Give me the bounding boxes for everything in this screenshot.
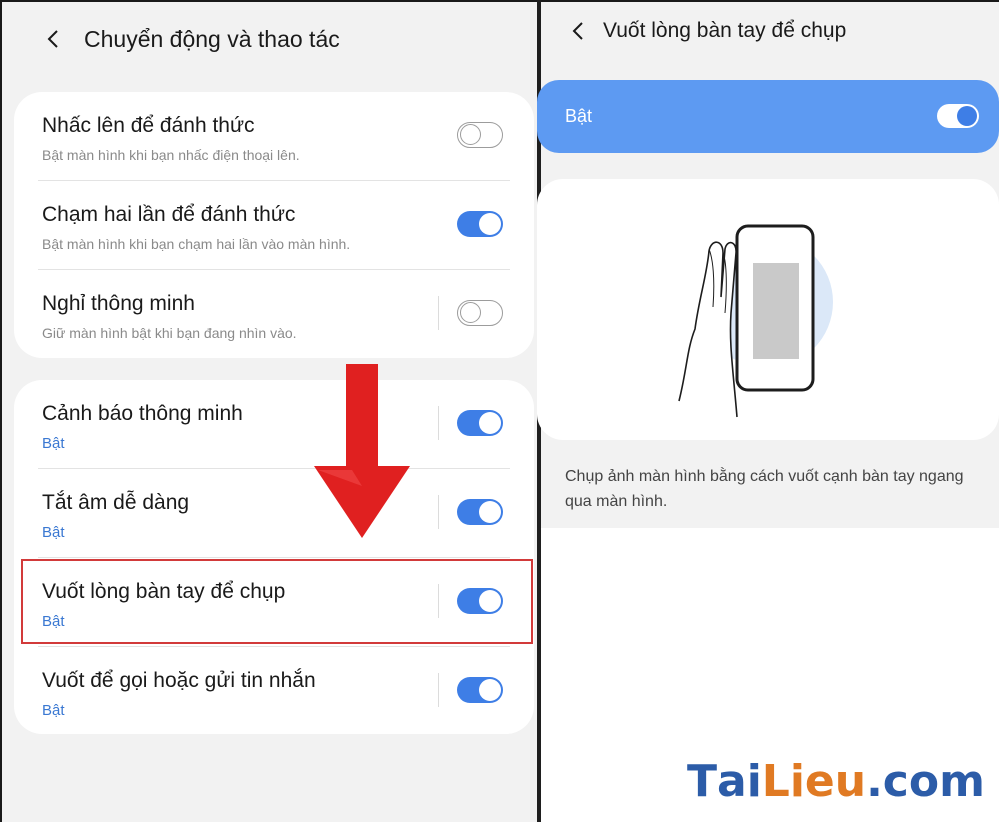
settings-group-wake: Nhấc lên để đánh thức Bật màn hình khi b… [14, 92, 534, 358]
toggle-switch[interactable] [457, 499, 503, 525]
gesture-illustration [537, 179, 999, 440]
page-title: Vuốt lòng bàn tay để chụp [603, 19, 847, 42]
palm-swipe-screen: Vuốt lòng bàn tay để chụp Bật Chụp ảnh m… [537, 0, 999, 822]
setting-status: Bật [42, 702, 65, 719]
toggle-knob [479, 501, 501, 523]
watermark-part: .com [866, 756, 985, 807]
back-button[interactable] [42, 24, 64, 54]
setting-row-easy-mute[interactable]: Tắt âm dễ dàng Bật [14, 469, 534, 558]
setting-status: Bật [42, 524, 65, 541]
arrow-down-icon [314, 364, 410, 538]
page-title: Chuyển động và thao tác [84, 25, 340, 52]
setting-title: Nhấc lên để đánh thức [42, 114, 255, 137]
palm-swipe-content: Vuốt lòng bàn tay để chụp Bật Chụp ảnh m… [537, 0, 999, 528]
toggle-knob [957, 106, 977, 126]
setting-row-swipe-to-call[interactable]: Vuốt để gọi hoặc gửi tin nhắn Bật [14, 647, 534, 736]
palm-swipe-illustration [678, 224, 833, 418]
toggle-knob [479, 412, 501, 434]
vertical-divider [438, 296, 439, 330]
setting-row-smart-alert[interactable]: Cảnh báo thông minh Bật [14, 380, 534, 469]
setting-title: Nghỉ thông minh [42, 292, 195, 315]
setting-title: Tắt âm dễ dàng [42, 491, 190, 514]
setting-status: Bật [42, 435, 65, 452]
setting-row-smart-stay[interactable]: Nghỉ thông minh Giữ màn hình bật khi bạn… [14, 270, 534, 359]
toggle-knob [460, 124, 481, 145]
toggle-knob [479, 213, 501, 235]
setting-subtitle: Giữ màn hình bật khi bạn đang nhìn vào. [42, 325, 297, 341]
watermark-part: ai [717, 756, 762, 807]
watermark-part: T [687, 756, 718, 807]
motion-settings-screen: Chuyển động và thao tác Nhấc lên để đánh… [0, 0, 537, 822]
setting-subtitle: Bật màn hình khi bạn nhấc điện thoại lên… [42, 147, 300, 163]
vertical-divider [438, 673, 439, 707]
back-button[interactable] [567, 16, 589, 46]
setting-row-double-tap-to-wake[interactable]: Chạm hai lần để đánh thức Bật màn hình k… [14, 181, 534, 270]
toggle-switch[interactable] [457, 410, 503, 436]
toggle-switch[interactable] [457, 677, 503, 703]
vertical-divider [438, 406, 439, 440]
toggle-switch[interactable] [457, 211, 503, 237]
setting-title: Cảnh báo thông minh [42, 402, 243, 425]
chevron-left-icon [572, 22, 583, 40]
settings-group-gestures: Cảnh báo thông minh Bật Tắt âm dễ dàng B… [14, 380, 534, 734]
header: Chuyển động và thao tác [42, 24, 340, 54]
chevron-left-icon [47, 30, 58, 48]
watermark-logo: Tai Lieu .com [687, 756, 985, 807]
master-toggle-switch[interactable] [937, 104, 979, 128]
setting-subtitle: Bật màn hình khi bạn chạm hai lần vào mà… [42, 236, 351, 252]
toggle-knob [460, 302, 481, 323]
toggle-switch[interactable] [457, 122, 503, 148]
highlight-box [21, 559, 533, 644]
header: Vuốt lòng bàn tay để chụp [567, 16, 846, 46]
watermark-part: Lieu [761, 756, 867, 807]
vertical-divider [438, 495, 439, 529]
setting-row-lift-to-wake[interactable]: Nhấc lên để đánh thức Bật màn hình khi b… [14, 92, 534, 181]
setting-title: Vuốt để gọi hoặc gửi tin nhắn [42, 669, 316, 692]
toggle-knob [479, 679, 501, 701]
toggle-switch[interactable] [457, 300, 503, 326]
feature-description: Chụp ảnh màn hình bằng cách vuốt cạnh bà… [565, 468, 964, 510]
master-switch-label: Bật [565, 106, 593, 126]
setting-title: Chạm hai lần để đánh thức [42, 203, 296, 226]
master-switch-bar[interactable]: Bật [537, 80, 999, 153]
